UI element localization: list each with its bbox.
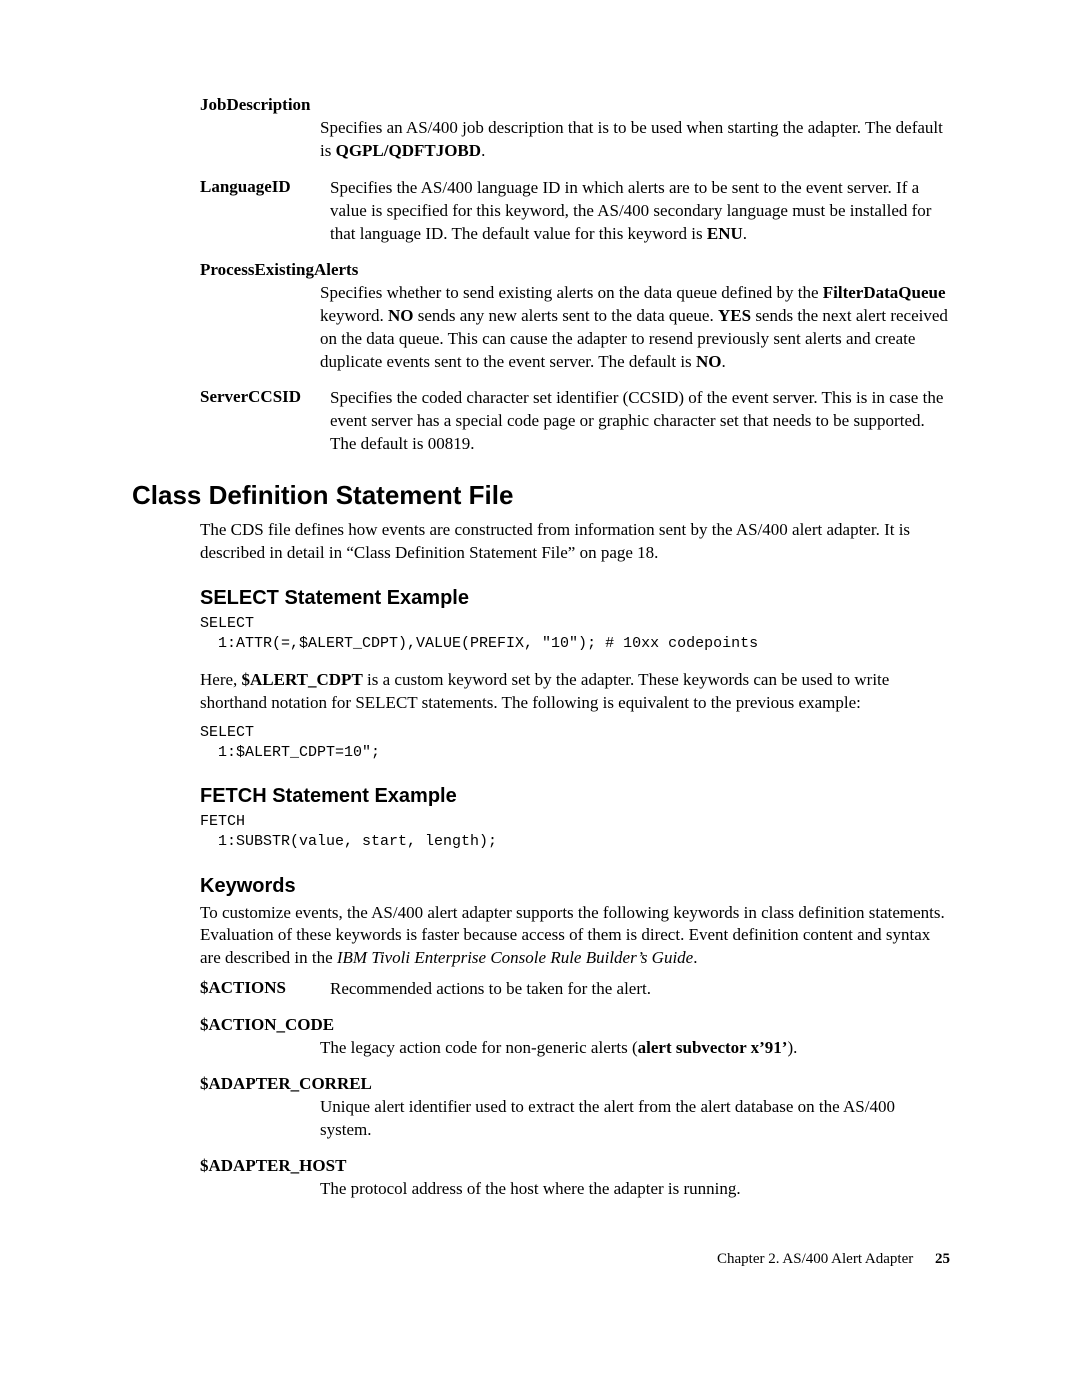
para-select: Here, $ALERT_CDPT is a custom keyword se… xyxy=(200,669,950,715)
term-jobdescription: JobDescription xyxy=(200,95,950,115)
intro-paragraph: The CDS file defines how events are cons… xyxy=(200,519,950,565)
desc-processexistingalerts: Specifies whether to send existing alert… xyxy=(320,282,950,374)
desc-adapter-correl: Unique alert identifier used to extract … xyxy=(320,1096,950,1142)
def-actions: $ACTIONS Recommended actions to be taken… xyxy=(200,978,950,1001)
code-select-1: SELECT 1:ATTR(=,$ALERT_CDPT),VALUE(PREFI… xyxy=(200,614,950,655)
term-action-code: $ACTION_CODE xyxy=(200,1015,950,1035)
desc-adapter-host: The protocol address of the host where t… xyxy=(320,1178,950,1201)
term-processexistingalerts: ProcessExistingAlerts xyxy=(200,260,950,280)
def-adapter-host: $ADAPTER_HOST The protocol address of th… xyxy=(200,1156,950,1201)
term-adapter-host: $ADAPTER_HOST xyxy=(200,1156,950,1176)
desc-languageid: Specifies the AS/400 language ID in whic… xyxy=(330,177,950,246)
def-action-code: $ACTION_CODE The legacy action code for … xyxy=(200,1015,950,1060)
definitions-keywords: $ACTIONS Recommended actions to be taken… xyxy=(200,978,950,1201)
page: JobDescription Specifies an AS/400 job d… xyxy=(0,0,1080,1328)
heading-fetch-example: FETCH Statement Example xyxy=(200,785,950,808)
desc-actions: Recommended actions to be taken for the … xyxy=(330,978,950,1001)
footer-chapter: Chapter 2. AS/400 Alert Adapter xyxy=(717,1251,913,1267)
footer-page-number: 25 xyxy=(935,1251,950,1267)
footer: Chapter 2. AS/400 Alert Adapter 25 xyxy=(200,1251,950,1268)
def-processexistingalerts: ProcessExistingAlerts Specifies whether … xyxy=(200,260,950,374)
heading-class-definition: Class Definition Statement File xyxy=(132,480,950,511)
def-languageid: LanguageID Specifies the AS/400 language… xyxy=(200,177,950,246)
desc-serverccsid: Specifies the coded character set identi… xyxy=(330,387,950,456)
heading-keywords: Keywords xyxy=(200,875,950,898)
def-adapter-correl: $ADAPTER_CORREL Unique alert identifier … xyxy=(200,1074,950,1142)
code-select-2: SELECT 1:$ALERT_CDPT=10"; xyxy=(200,723,950,764)
term-adapter-correl: $ADAPTER_CORREL xyxy=(200,1074,950,1094)
term-languageid: LanguageID xyxy=(200,177,330,246)
heading-select-example: SELECT Statement Example xyxy=(200,587,950,610)
desc-jobdescription: Specifies an AS/400 job description that… xyxy=(320,117,950,163)
desc-action-code: The legacy action code for non-generic a… xyxy=(320,1037,950,1060)
term-serverccsid: ServerCCSID xyxy=(200,387,330,456)
definitions-top: JobDescription Specifies an AS/400 job d… xyxy=(200,95,950,456)
def-serverccsid: ServerCCSID Specifies the coded characte… xyxy=(200,387,950,456)
code-fetch: FETCH 1:SUBSTR(value, start, length); xyxy=(200,812,950,853)
def-jobdescription: JobDescription Specifies an AS/400 job d… xyxy=(200,95,950,163)
para-keywords-intro: To customize events, the AS/400 alert ad… xyxy=(200,902,950,971)
term-actions: $ACTIONS xyxy=(200,978,330,1001)
